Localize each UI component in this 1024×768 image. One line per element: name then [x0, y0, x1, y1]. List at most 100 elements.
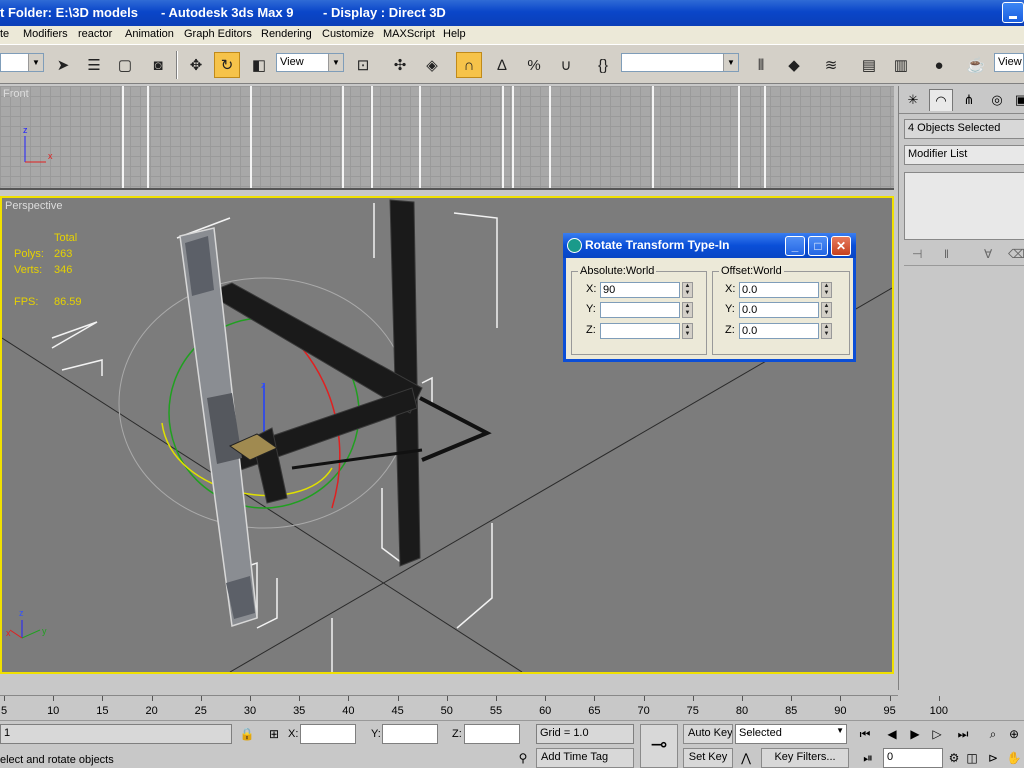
- create-tab-icon[interactable]: ✳: [901, 89, 925, 111]
- abs-x-input[interactable]: 90: [600, 282, 680, 298]
- time-tag-icon[interactable]: ⚲: [513, 748, 533, 768]
- rotate-icon[interactable]: ↻: [214, 52, 240, 78]
- off-z-input[interactable]: 0.0: [739, 323, 819, 339]
- pivot-center-icon[interactable]: ⊡: [350, 52, 376, 78]
- abs-z-input[interactable]: [600, 323, 680, 339]
- render-view-dropdown[interactable]: View: [994, 53, 1024, 72]
- schematic-view-icon[interactable]: ▥: [888, 52, 914, 78]
- orbit-icon[interactable]: ⊳: [983, 748, 1003, 768]
- dialog-maximize-button[interactable]: □: [808, 236, 828, 256]
- keyboard-shortcut-icon[interactable]: ◈: [419, 52, 445, 78]
- material-editor-icon[interactable]: ●: [926, 52, 952, 78]
- auto-key-button[interactable]: Auto Key: [683, 724, 733, 744]
- previous-frame-icon[interactable]: ◀: [882, 724, 902, 744]
- menu-bar: te Modifiers reactor Animation Graph Edi…: [0, 26, 1024, 44]
- menu-animation[interactable]: Animation: [125, 28, 174, 40]
- snap-3d-icon[interactable]: ∩: [456, 52, 482, 78]
- perspective-viewport-label[interactable]: Perspective: [5, 200, 62, 212]
- scale-icon[interactable]: ◧: [246, 52, 272, 78]
- hierarchy-tab-icon[interactable]: ⋔: [957, 89, 981, 111]
- menu-maxscript[interactable]: MAXScript: [383, 28, 435, 40]
- zoom-icon[interactable]: ⌕: [983, 724, 1003, 744]
- select-by-name-icon[interactable]: ☰: [81, 52, 107, 78]
- timeline[interactable]: 5 10 15 20 25 30 35 40 45 50 55 60 65 70 75 80 85 90 95 100: [0, 695, 948, 720]
- off-y-input[interactable]: 0.0: [739, 302, 819, 318]
- remove-modifier-icon[interactable]: ⌫: [1008, 247, 1024, 261]
- menu-customize[interactable]: Customize: [322, 28, 374, 40]
- move-icon[interactable]: ✥: [183, 52, 209, 78]
- modifier-stack[interactable]: [904, 172, 1024, 240]
- timeline-tick-mark: [250, 696, 251, 701]
- abs-y-spinner[interactable]: ▲ ▼: [682, 302, 693, 318]
- layer-manager-icon[interactable]: ≋: [818, 52, 844, 78]
- modifier-list-dropdown[interactable]: Modifier List: [904, 145, 1024, 165]
- percent-snap-icon[interactable]: %: [521, 52, 547, 78]
- named-selection-dropdown[interactable]: ▼: [621, 53, 739, 72]
- front-viewport-label[interactable]: Front: [3, 88, 29, 100]
- curve-editor-icon[interactable]: ▤: [856, 52, 882, 78]
- goto-start-icon[interactable]: ⏮: [855, 724, 875, 744]
- dialog-title-bar[interactable]: Rotate Transform Type-In _ □ ✕: [563, 233, 856, 258]
- time-config-icon[interactable]: ⚙: [944, 748, 964, 768]
- zoom-all-icon[interactable]: ⊕: [1004, 724, 1024, 744]
- set-key-button[interactable]: Set Key: [683, 748, 733, 768]
- menu-help[interactable]: Help: [443, 28, 466, 40]
- next-frame-icon[interactable]: ▷: [927, 724, 947, 744]
- lock-selection-icon[interactable]: 🔒: [237, 724, 257, 744]
- off-z-spinner[interactable]: ▲ ▼: [821, 323, 832, 339]
- svg-text:y: y: [42, 626, 47, 636]
- select-manipulate-icon[interactable]: ✣: [387, 52, 413, 78]
- render-scene-icon[interactable]: ☕: [963, 52, 989, 78]
- selection-filter-dropdown[interactable]: ▼: [0, 53, 44, 72]
- select-arrow-icon[interactable]: ➤: [50, 52, 76, 78]
- goto-end-icon[interactable]: ⏭: [953, 724, 973, 744]
- set-key-key-icon[interactable]: ⊸: [640, 724, 678, 768]
- key-filters-button[interactable]: Key Filters...: [761, 748, 849, 768]
- dialog-close-button[interactable]: ✕: [831, 236, 851, 256]
- add-time-tag-button[interactable]: Add Time Tag: [536, 748, 634, 768]
- pan-hand-icon[interactable]: ✋: [1004, 748, 1024, 768]
- x-coord-input[interactable]: [300, 724, 356, 744]
- dialog-minimize-button[interactable]: _: [785, 236, 805, 256]
- key-mode-toggle-icon[interactable]: ⏯: [858, 748, 878, 768]
- window-crossing-icon[interactable]: ◙: [145, 52, 171, 78]
- off-x-input[interactable]: 0.0: [739, 282, 819, 298]
- menu-reactor[interactable]: reactor: [78, 28, 112, 40]
- field-of-view-icon[interactable]: ◫: [962, 748, 982, 768]
- play-icon[interactable]: ▶: [905, 724, 925, 744]
- menu-create[interactable]: te: [0, 28, 9, 40]
- pin-stack-icon[interactable]: ⊣: [912, 247, 922, 261]
- selection-name-field[interactable]: 4 Objects Selected: [904, 119, 1024, 139]
- mirror-icon[interactable]: ⫴: [748, 52, 774, 78]
- abs-x-spinner[interactable]: ▲ ▼: [682, 282, 693, 298]
- abs-z-spinner[interactable]: ▲ ▼: [682, 323, 693, 339]
- z-coord-input[interactable]: [464, 724, 520, 744]
- off-y-spinner[interactable]: ▲ ▼: [821, 302, 832, 318]
- edit-named-selection-icon[interactable]: {}: [590, 52, 616, 78]
- absolute-world-title: Absolute:World: [578, 265, 657, 277]
- current-frame-input[interactable]: 0: [883, 748, 943, 768]
- menu-modifiers[interactable]: Modifiers: [23, 28, 68, 40]
- off-x-spinner[interactable]: ▲ ▼: [821, 282, 832, 298]
- key-tangent-icon[interactable]: ⋀: [736, 748, 756, 768]
- y-coord-input[interactable]: [382, 724, 438, 744]
- modify-tab-icon[interactable]: ◠: [929, 89, 953, 111]
- abs-y-input[interactable]: [600, 302, 680, 318]
- spinner-snap-icon[interactable]: ∪: [553, 52, 579, 78]
- align-icon[interactable]: ◆: [781, 52, 807, 78]
- front-viewport-geometry: z x: [23, 86, 766, 188]
- motion-tab-icon[interactable]: ◎: [985, 89, 1009, 111]
- menu-graph-editors[interactable]: Graph Editors: [184, 28, 252, 40]
- absolute-mode-icon[interactable]: ⊞: [264, 724, 284, 744]
- reference-coordinate-dropdown[interactable]: View ▼: [276, 53, 344, 72]
- display-tab-icon[interactable]: ▣: [1009, 89, 1024, 111]
- show-end-result-icon[interactable]: ‖: [944, 247, 949, 261]
- front-viewport[interactable]: Front z x: [0, 86, 894, 190]
- key-mode-dropdown[interactable]: Selected ▼: [735, 724, 847, 744]
- minimize-button[interactable]: [1002, 2, 1024, 23]
- make-unique-icon[interactable]: ∀: [984, 247, 992, 261]
- angle-snap-icon[interactable]: ∆: [489, 52, 515, 78]
- timeline-tick-mark: [742, 696, 743, 701]
- menu-rendering[interactable]: Rendering: [261, 28, 312, 40]
- rectangular-selection-icon[interactable]: ▢: [112, 52, 138, 78]
